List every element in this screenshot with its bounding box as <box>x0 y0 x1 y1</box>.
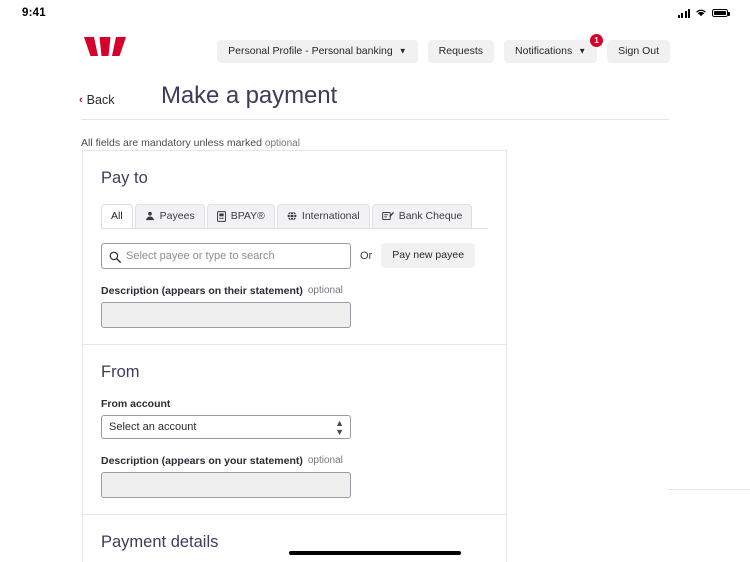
mandatory-note-optional: optional <box>264 138 300 149</box>
battery-icon <box>712 8 730 18</box>
person-icon <box>145 211 155 221</box>
from-account-select-wrapper: Select an account ▲ ▼ <box>101 414 351 439</box>
pay-to-description-label-text: Description (appears on their statement) <box>101 284 303 297</box>
pay-to-title: Pay to <box>101 169 148 187</box>
from-description-label: Description (appears on your statement) … <box>101 455 488 467</box>
notifications-button[interactable]: Notifications ▼ <box>504 40 598 63</box>
back-label: Back <box>86 93 115 107</box>
title-divider <box>81 119 669 120</box>
sign-out-button[interactable]: Sign Out <box>607 40 670 63</box>
status-bar: 9:41 <box>0 0 750 26</box>
page-title: Make a payment <box>161 82 338 109</box>
from-description-label-text: Description (appears on your statement) <box>101 454 303 467</box>
search-input[interactable] <box>126 243 350 268</box>
chevron-left-icon: ‹ <box>79 93 83 106</box>
wifi-icon <box>695 4 707 22</box>
pay-to-description-input[interactable] <box>101 301 351 328</box>
pay-new-payee-button[interactable]: Pay new payee <box>381 243 476 268</box>
pay-to-description-optional: optional <box>307 285 343 297</box>
notifications-wrapper: Notifications ▼ 1 <box>504 34 604 63</box>
from-description-input[interactable] <box>101 471 351 498</box>
tab-payees-label: Payees <box>159 210 195 222</box>
tab-bpay-label: BPAY® <box>230 210 265 222</box>
mandatory-note-text: All fields are mandatory unless marked <box>81 137 262 149</box>
from-title: From <box>101 362 140 381</box>
from-description-optional: optional <box>307 455 343 467</box>
status-time: 9:41 <box>22 7 46 19</box>
home-indicator <box>289 551 461 555</box>
chevron-down-icon: ▼ <box>398 46 407 56</box>
profile-switcher-button[interactable]: Personal Profile - Personal banking ▼ <box>217 40 418 63</box>
tab-bank-cheque-label: Bank Cheque <box>398 210 463 222</box>
tab-bank-cheque[interactable]: Bank Cheque <box>371 204 473 228</box>
payment-details-title: Payment details <box>101 532 219 551</box>
header-actions: Personal Profile - Personal banking ▼ Re… <box>217 34 670 63</box>
tab-all-label: All <box>111 210 123 222</box>
mandatory-note: All fields are mandatory unless marked op… <box>81 137 300 149</box>
globe-icon <box>287 211 297 222</box>
title-row: ‹ Back Make a payment <box>0 82 750 120</box>
from-account-label: From account <box>101 398 488 410</box>
status-icons <box>677 4 730 22</box>
pay-to-section: Pay to All Payees BPAY® International Ba… <box>83 151 506 344</box>
requests-label: Requests <box>438 45 484 57</box>
or-label: Or <box>360 249 373 262</box>
tab-international-label: International <box>301 210 360 222</box>
app-screen: 9:41 Personal Profile - Personal banking… <box>0 0 750 562</box>
notifications-badge: 1 <box>590 34 604 47</box>
notifications-label: Notifications <box>515 45 573 57</box>
signal-icon <box>677 8 690 18</box>
requests-button[interactable]: Requests <box>427 40 495 63</box>
pay-to-description-label: Description (appears on their statement)… <box>101 285 488 297</box>
tab-bpay[interactable]: BPAY® <box>206 204 275 228</box>
payment-form-card: Pay to All Payees BPAY® International Ba… <box>82 150 507 562</box>
site-header: Personal Profile - Personal banking ▼ Re… <box>0 26 750 78</box>
tab-international[interactable]: International <box>276 204 370 228</box>
from-account-label-text: From account <box>101 397 171 410</box>
tab-payees[interactable]: Payees <box>134 204 205 228</box>
westpac-logo[interactable] <box>84 34 126 62</box>
bpay-icon <box>216 210 226 222</box>
back-button[interactable]: ‹ Back <box>79 93 114 107</box>
tab-all[interactable]: All <box>101 204 133 228</box>
profile-switcher-label: Personal Profile - Personal banking <box>228 45 393 57</box>
from-section: From From account Select an account ▲ ▼ D… <box>83 343 506 514</box>
tabs-underline <box>101 227 488 229</box>
search-icon <box>109 250 121 268</box>
sign-out-label: Sign Out <box>618 45 659 57</box>
chevron-down-icon: ▼ <box>578 46 587 56</box>
search-input-wrapper[interactable] <box>101 242 351 269</box>
cheque-icon <box>381 211 394 221</box>
payee-search-row: Or Pay new payee <box>101 242 488 269</box>
from-account-select[interactable]: Select an account <box>101 414 351 439</box>
page-edge-rule <box>668 489 750 490</box>
pay-to-tabs: All Payees BPAY® International Bank Cheq… <box>101 204 488 228</box>
